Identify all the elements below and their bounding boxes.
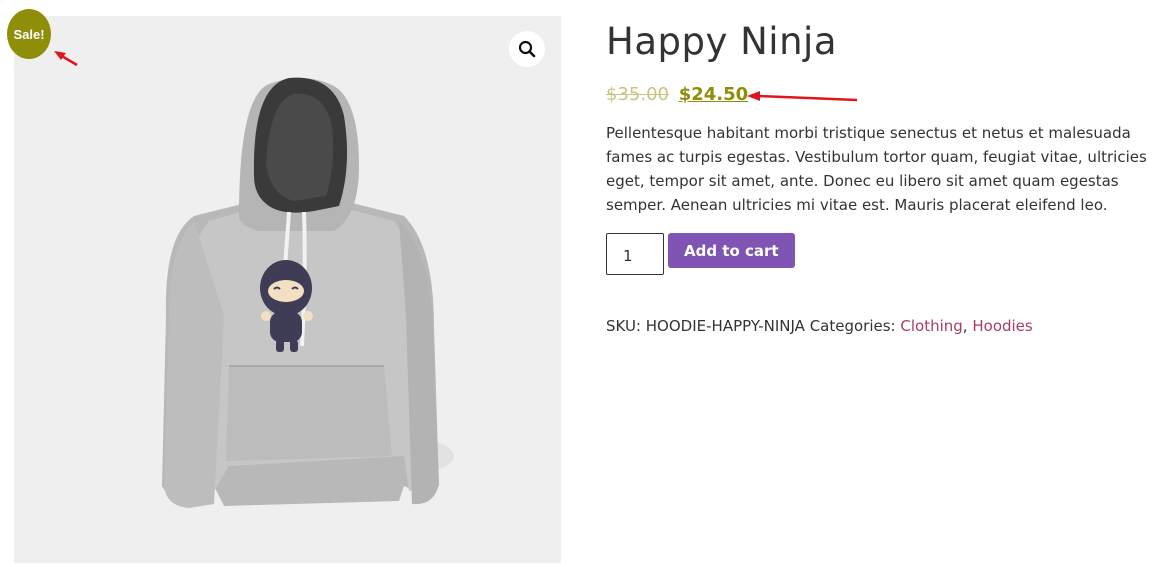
magnifier-icon bbox=[518, 40, 536, 58]
product-meta: SKU: HOODIE-HAPPY-NINJA Categories: Clot… bbox=[606, 315, 1161, 337]
sku-label: SKU: bbox=[606, 317, 641, 335]
category-separator: , bbox=[962, 317, 968, 335]
product-image[interactable] bbox=[14, 16, 561, 563]
add-to-cart-button[interactable]: Add to cart bbox=[668, 233, 795, 268]
short-description: Pellentesque habitant morbi tristique se… bbox=[606, 124, 1147, 214]
sale-price: $24.50 bbox=[678, 84, 749, 105]
zoom-button[interactable] bbox=[509, 31, 545, 67]
add-to-cart-form: Add to cart bbox=[606, 233, 1161, 275]
price: $35.00 $24.50 bbox=[606, 83, 1161, 107]
quantity-input[interactable] bbox=[606, 233, 664, 275]
categories-label: Categories: bbox=[809, 317, 896, 335]
category-link-clothing[interactable]: Clothing bbox=[900, 317, 962, 335]
product-summary: Happy Ninja $35.00 $24.50 Pellentesque h… bbox=[606, 18, 1161, 337]
regular-price: $35.00 bbox=[606, 84, 669, 105]
product-gallery[interactable] bbox=[14, 16, 561, 563]
sku-value: HOODIE-HAPPY-NINJA bbox=[645, 317, 805, 335]
sale-badge: Sale! bbox=[7, 9, 51, 59]
category-link-hoodies[interactable]: Hoodies bbox=[972, 317, 1032, 335]
product-title: Happy Ninja bbox=[606, 20, 837, 63]
